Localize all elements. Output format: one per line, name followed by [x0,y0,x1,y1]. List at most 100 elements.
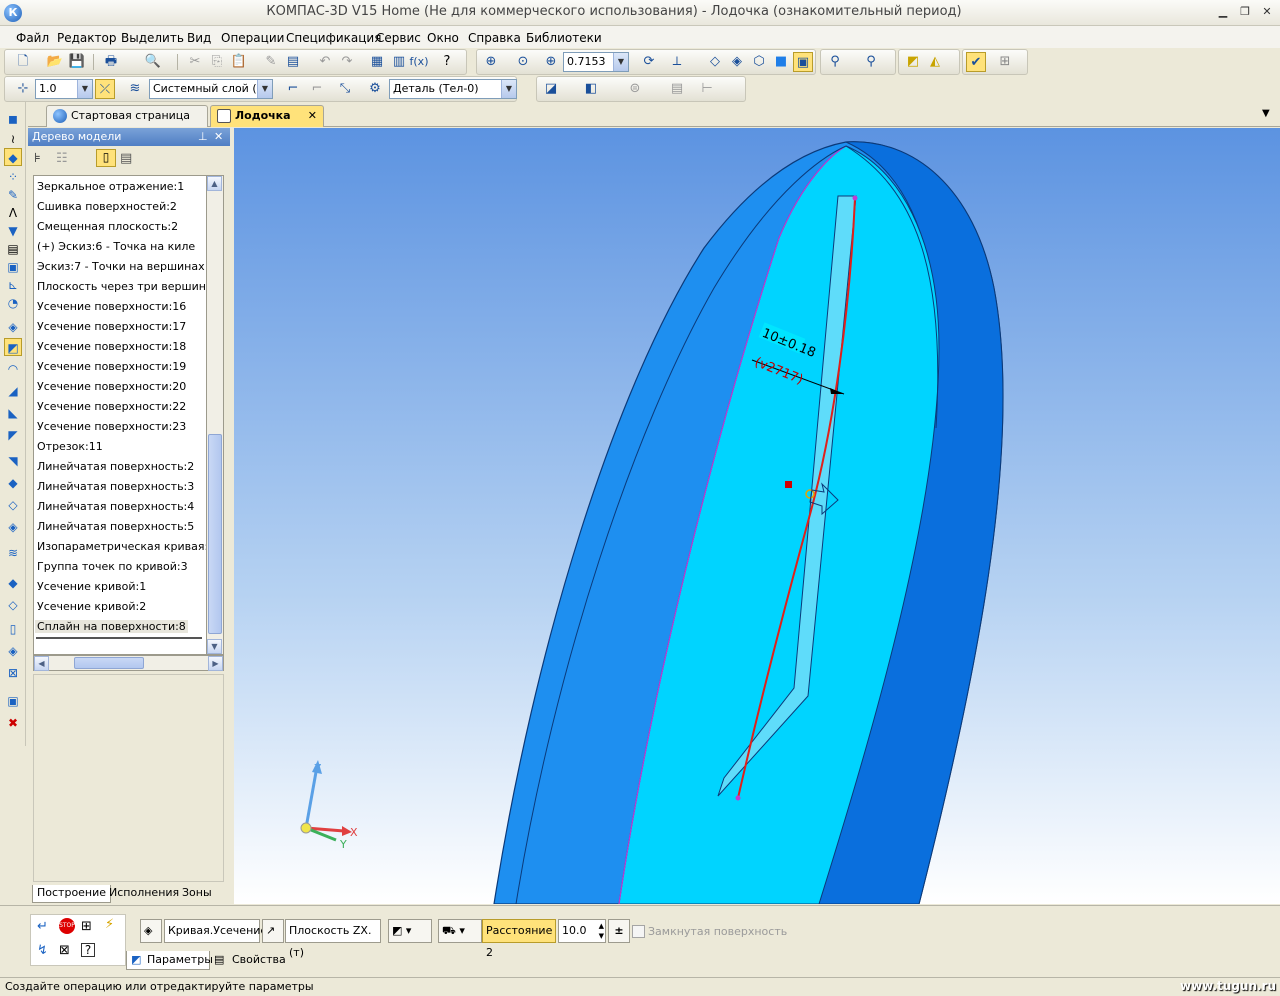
section-icon[interactable]: ◩ [903,52,923,72]
fill-icon[interactable]: ◈ [4,518,22,536]
close-icon[interactable]: ✕ [1258,5,1276,21]
layer-select[interactable]: Системный слой (0) ▼ [149,79,273,99]
style-icon[interactable]: ⊜ [625,79,645,99]
preview-icon[interactable]: 🔍 [143,52,163,72]
report-icon[interactable]: ▣ [4,258,22,276]
layer-surface-icon[interactable]: ◆ [4,574,22,592]
perspective-icon[interactable]: ◭ [925,52,945,72]
save-icon[interactable]: 💾 [67,52,87,72]
select-filter-icon[interactable]: ⚲ [861,52,881,72]
tree-horizontal-scrollbar[interactable]: ◀ ▶ [33,655,224,671]
enter-icon[interactable]: ↵ [37,919,48,934]
mode-select[interactable]: ⛟ ▾ [438,919,482,943]
menu-edit[interactable]: Редактор [57,31,116,45]
surface-icon[interactable]: ◆ [4,148,22,166]
properties-icon[interactable]: ▤ [283,52,303,72]
menu-specification[interactable]: Спецификация [286,31,381,45]
tree-view-icon[interactable]: ☷ [56,151,68,166]
zoom-in-icon[interactable]: ⊕ [541,52,561,72]
halftone-edges-icon[interactable]: ▣ [793,52,813,72]
tree-item[interactable]: Плоскость через три вершины:2 [37,280,206,293]
tree-item[interactable]: Линейчатая поверхность:2 [37,460,194,473]
cut-icon[interactable]: ✂ [185,52,205,72]
manager-icon[interactable]: ▦ [367,52,387,72]
layer-icon[interactable]: ≋ [125,79,145,99]
restore-icon[interactable]: ❐ [1236,5,1254,21]
mesh-icon[interactable]: ◤ [4,426,22,444]
orientation2-icon[interactable]: ⤡ [335,79,355,99]
tree-item[interactable]: Усечение поверхности:16 [37,300,186,313]
plus-minus-button[interactable]: ± [608,919,630,943]
plane-pick-icon[interactable]: ↗ [262,919,284,943]
close-tab-icon[interactable]: ✕ [308,106,317,126]
tab-document[interactable]: Лодочка ✕ [210,105,324,127]
tab-zones[interactable]: Зоны [178,885,216,903]
curve-icon[interactable]: ≀ [4,130,22,148]
open-icon[interactable]: 📂 [45,52,65,72]
scroll-left-icon[interactable]: ◀ [34,656,49,671]
tab-parameters[interactable]: ◩ Параметры [126,951,213,970]
tree-item[interactable]: Сшивка поверхностей:2 [37,200,177,213]
cube-icon[interactable]: ◼ [4,110,22,128]
copy-icon[interactable]: ⎘ [207,52,227,72]
wireframe-icon[interactable]: ◇ [705,52,725,72]
selection-marker[interactable] [785,481,792,488]
trim-icon[interactable]: ◆ [4,474,22,492]
extend-icon[interactable]: ◥ [4,452,22,470]
scroll-down-icon[interactable]: ▼ [207,639,222,654]
tree-item[interactable]: (+) Эскиз:6 - Точка на киле [37,240,195,253]
snap-icon[interactable]: ⊞ [81,919,92,934]
spec-icon[interactable]: ▤ [4,240,22,258]
help-icon[interactable]: ? [81,943,95,957]
hscroll-thumb[interactable] [74,657,144,669]
distance-label[interactable]: Расстояние 2 [482,919,556,959]
tree-list-icon[interactable]: ▤ [120,151,132,166]
zoom-window-icon[interactable]: ⊕ [481,52,501,72]
measure-icon[interactable]: ⊾ [4,276,22,294]
curve-pick-icon[interactable]: ◈ [140,919,162,943]
orientation-icon[interactable]: ⟂ [667,52,687,72]
tree-item[interactable]: Группа точек по кривой:3 [37,560,188,573]
tab-versions[interactable]: Исполнения [105,885,183,903]
closed-surface-checkbox[interactable] [632,925,645,938]
material-icon[interactable]: ◧ [581,79,601,99]
create-object-icon[interactable]: ↯ [37,943,48,958]
delete-surface-icon[interactable]: ✖ [4,714,22,732]
dimensions-icon[interactable]: ⊢ [697,79,717,99]
coordinate-system-icon[interactable]: ⌐ [283,79,303,99]
menu-view[interactable]: Вид [187,31,211,45]
table-icon[interactable]: ⊞ [995,52,1015,72]
tree-item[interactable]: Усечение поверхности:18 [37,340,186,353]
toggle-icon[interactable]: ✔ [966,52,986,72]
tree-item[interactable]: Изопараметрическая кривая:2 [37,540,206,553]
fx-icon[interactable]: f(x) [409,52,429,72]
net-icon[interactable]: ⊠ [4,664,22,682]
spline-end-point[interactable] [735,795,741,801]
tree-item[interactable]: Смещенная плоскость:2 [37,220,178,233]
dimension-icon[interactable]: Λ [4,204,22,222]
halftone-icon[interactable]: ■ [771,52,791,72]
tab-list-icon[interactable]: ▼ [1262,108,1270,119]
tree-item-selected[interactable]: Сплайн на поверхности:8 [35,620,188,633]
variables-icon[interactable]: ▥ [389,52,409,72]
tree-item[interactable]: Усечение поверхности:23 [37,420,186,433]
new-document-icon[interactable]: 🗋 [13,52,33,72]
tree-item[interactable]: Усечение поверхности:20 [37,380,186,393]
menu-libraries[interactable]: Библиотеки [526,31,602,45]
scroll-thumb[interactable] [208,434,222,634]
print-icon[interactable]: 🖶 [101,52,121,72]
loft-icon[interactable]: ◢ [4,382,22,400]
patch-icon[interactable]: ◣ [4,404,22,422]
copy-surface-icon[interactable]: ▣ [4,692,22,710]
tree-item[interactable]: Эскиз:7 - Точки на вершинах бортов [37,260,206,273]
color-icon[interactable]: ◪ [541,79,561,99]
tab-start-page[interactable]: Стартовая страница [46,105,208,127]
preview-object-icon[interactable]: ⊠ [59,943,70,958]
tree-item[interactable]: Усечение поверхности:17 [37,320,186,333]
distance-spinner-icon[interactable]: ▲ ▼ [599,921,604,941]
points-icon[interactable]: ⁘ [4,168,22,186]
tree-item[interactable]: Отрезок:11 [37,440,103,453]
book-icon[interactable]: ▯ [4,620,22,638]
step-select[interactable]: 1.0 ▼ [35,79,93,99]
edit-icon[interactable]: ✎ [4,186,22,204]
